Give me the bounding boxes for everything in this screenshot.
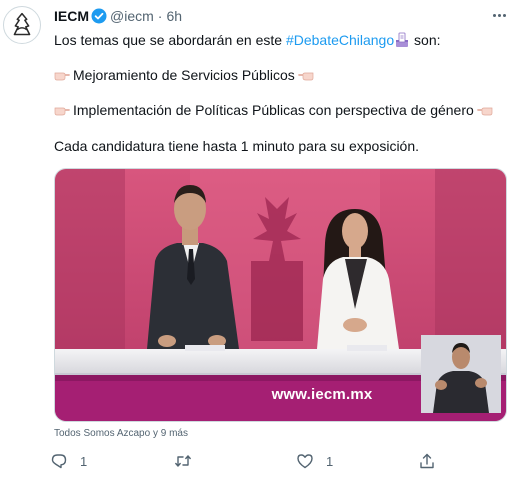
reply-count: 1 xyxy=(80,453,88,469)
author-name[interactable]: IECM xyxy=(54,8,89,24)
reply-button[interactable]: 1 xyxy=(50,450,87,472)
like-button[interactable]: 1 xyxy=(296,450,333,472)
retweet-icon xyxy=(174,452,192,470)
share-icon xyxy=(418,452,436,470)
author-handle[interactable]: @iecm xyxy=(110,8,154,24)
topic-1-text: Mejoramiento de Servicios Públicos xyxy=(73,67,295,83)
header-separator: · xyxy=(157,8,163,24)
video-url-caption: www.iecm.mx xyxy=(271,386,373,403)
pointing-hand-emoji-icon xyxy=(54,102,70,116)
hashtag-link[interactable]: #DebateChilango xyxy=(286,32,394,48)
closing-text: Cada candidatura tiene hasta 1 minuto pa… xyxy=(54,138,420,154)
iecm-logo-icon xyxy=(4,7,40,43)
tweet-actions: 1 1 xyxy=(50,450,450,472)
closing-line: Cada candidatura tiene hasta 1 minuto pa… xyxy=(54,137,419,155)
tweet[interactable]: IECM @iecm · 6h Los temas que se abordar… xyxy=(0,0,523,487)
pointing-hand-emoji-icon xyxy=(54,67,70,81)
topic-2-text: Implementación de Políticas Públicas con… xyxy=(73,102,474,118)
debate-studio-image xyxy=(55,169,506,421)
sign-language-inset xyxy=(421,335,501,413)
intro-line: Los temas que se abordarán en este #Deba… xyxy=(54,31,441,52)
avatar[interactable] xyxy=(3,6,41,44)
verified-badge-icon xyxy=(91,8,107,24)
heart-icon xyxy=(296,452,314,470)
reply-icon xyxy=(50,452,68,470)
pointing-hand-emoji-icon xyxy=(297,67,314,81)
retweet-button[interactable] xyxy=(174,450,204,472)
tweet-header: IECM @iecm · 6h xyxy=(54,7,182,25)
pointing-hand-emoji-icon xyxy=(476,102,493,116)
tweet-timestamp[interactable]: 6h xyxy=(166,8,182,24)
tagged-people-link[interactable]: Todos Somos Azcapo y 9 más xyxy=(54,428,188,439)
share-button[interactable] xyxy=(418,450,436,472)
intro-text: Los temas que se abordarán en este xyxy=(54,32,286,48)
video-thumbnail[interactable]: www.iecm.mx xyxy=(54,168,507,422)
topic-2-line: Implementación de Políticas Públicas con… xyxy=(54,101,493,119)
ballot-box-emoji-icon xyxy=(394,32,410,52)
intro-after-text: son: xyxy=(410,32,441,48)
topic-1-line: Mejoramiento de Servicios Públicos xyxy=(54,66,314,84)
more-options-icon[interactable] xyxy=(488,6,510,24)
like-count: 1 xyxy=(326,453,334,469)
